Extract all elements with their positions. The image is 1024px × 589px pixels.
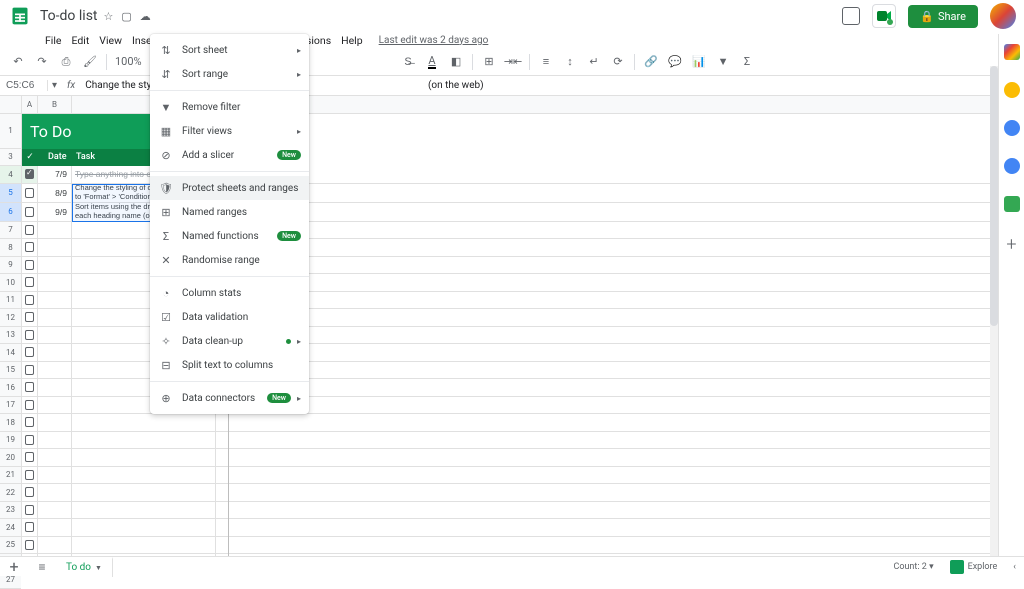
date-cell[interactable]: 7/9 [38,166,72,183]
lock-icon: 🔒 [920,10,934,23]
col-check[interactable]: ✓ [22,152,38,162]
checkbox-cell[interactable] [22,537,38,554]
checkbox-cell[interactable] [22,166,38,183]
chart-icon[interactable]: 📊 [691,54,707,70]
halign-icon[interactable]: ≡ [538,54,554,70]
menu-edit[interactable]: Edit [66,34,94,47]
comment-icon[interactable]: 💬 [667,54,683,70]
checkbox-cell[interactable] [22,467,38,484]
data-menu-dropdown: ⇅Sort sheet▸ ⇵Sort range▸ ▼Remove filter… [150,34,309,414]
menu-protect-sheets[interactable]: 🛡Protect sheets and ranges [150,176,309,200]
filter-icon[interactable]: ▼ [715,54,731,70]
menu-sort-range[interactable]: ⇵Sort range▸ [150,62,309,86]
zoom-select[interactable]: 100% [115,55,142,68]
sheets-logo[interactable] [8,4,32,28]
last-edit-link[interactable]: Last edit was 2 days ago [374,35,494,46]
share-label: Share [938,10,966,23]
account-avatar[interactable] [990,3,1016,29]
calendar-icon[interactable] [1004,44,1020,60]
meet-button[interactable] [872,4,896,28]
menu-sort-sheet[interactable]: ⇅Sort sheet▸ [150,38,309,62]
checkbox-cell[interactable] [22,432,38,449]
side-panel: + [998,34,1024,556]
namebox-arrow-icon[interactable]: ▾ [48,80,61,91]
star-icon[interactable]: ☆ [104,10,114,23]
rotate-icon[interactable]: ⟳ [610,54,626,70]
checkbox-cell[interactable] [22,184,38,202]
menu-file[interactable]: File [40,34,66,47]
all-sheets-button[interactable]: ≡ [28,560,56,574]
menu-view[interactable]: View [94,34,127,47]
strikethrough-icon[interactable]: S̶ [400,54,416,70]
wrap-icon[interactable]: ↵ [586,54,602,70]
checkbox-cell[interactable] [22,203,38,221]
menu-data-validation[interactable]: ☑Data validation [150,305,309,329]
checkbox-cell[interactable] [22,274,38,291]
merge-icon[interactable]: ⇥⇤ [505,54,521,70]
move-icon[interactable]: ▢ [121,10,131,23]
share-button[interactable]: 🔒 Share [908,5,978,28]
sheet-tab-todo[interactable]: To do▼ [56,557,113,577]
menu-named-ranges[interactable]: ⊞Named ranges [150,200,309,224]
menu-randomise[interactable]: ✕Randomise range [150,248,309,272]
menu-data-cleanup[interactable]: ✧Data clean-up▸ [150,329,309,353]
menu-named-functions[interactable]: ΣNamed functionsNew [150,224,309,248]
menu-help[interactable]: Help [336,34,368,47]
col-header-a[interactable]: A [22,96,38,114]
doc-title[interactable]: To-do list [40,8,98,24]
checkbox-cell[interactable] [22,327,38,344]
count-display[interactable]: Count: 2 ▾ [893,562,933,572]
checkbox-cell[interactable] [22,379,38,396]
checkbox-cell[interactable] [22,519,38,536]
col-header-b[interactable]: B [38,96,72,114]
print-icon[interactable]: ⎙ [58,54,74,70]
explore-button[interactable]: Explore [950,560,998,574]
menu-filter-views[interactable]: ▦Filter views▸ [150,119,309,143]
link-icon[interactable]: 🔗 [643,54,659,70]
date-cell[interactable]: 9/9 [38,203,72,221]
maps-icon[interactable] [1004,196,1020,212]
checkbox-cell[interactable] [22,397,38,414]
checkbox-cell[interactable] [22,484,38,501]
checkbox-cell[interactable] [22,344,38,361]
checkbox-cell[interactable] [22,414,38,431]
checkbox-cell[interactable] [22,502,38,519]
fx-label: fx [61,80,81,91]
borders-icon[interactable]: ⊞ [481,54,497,70]
col-date[interactable]: Date [38,152,72,162]
text-color-icon[interactable]: A [424,54,440,70]
functions-icon[interactable]: Σ [739,54,755,70]
menu-data-connectors[interactable]: ⊕Data connectorsNew▸ [150,386,309,410]
date-cell[interactable]: 8/9 [38,184,72,202]
keep-icon[interactable] [1004,82,1020,98]
checkbox-cell[interactable] [22,292,38,309]
checkbox-cell[interactable] [22,257,38,274]
name-box[interactable]: C5:C6 [0,80,48,91]
cloud-icon[interactable]: ☁ [140,10,151,23]
paint-format-icon[interactable]: 🖌 [82,54,98,70]
menu-column-stats[interactable]: ◔Column stats [150,281,309,305]
redo-icon[interactable]: ↷ [34,54,50,70]
undo-icon[interactable]: ↶ [10,54,26,70]
explore-icon [950,560,964,574]
checkbox-cell[interactable] [22,362,38,379]
fill-color-icon[interactable]: ◧ [448,54,464,70]
vertical-scrollbar[interactable] [990,66,998,556]
checkbox-cell[interactable] [22,239,38,256]
menu-add-slicer[interactable]: ⊘Add a slicerNew [150,143,309,167]
add-sheet-button[interactable]: + [0,557,28,576]
tasks-icon[interactable] [1004,120,1020,136]
addons-plus-icon[interactable]: + [1006,234,1016,255]
side-panel-toggle-icon[interactable]: ‹ [1013,562,1016,572]
menu-split-text[interactable]: ⊟Split text to columns [150,353,309,377]
checkbox-cell[interactable] [22,222,38,239]
contacts-icon[interactable] [1004,158,1020,174]
bottom-bar: + ≡ To do▼ Count: 2 ▾ Explore ‹ [0,556,1024,576]
history-icon[interactable] [842,7,860,25]
checkbox-cell[interactable] [22,309,38,326]
menu-remove-filter[interactable]: ▼Remove filter [150,95,309,119]
valign-icon[interactable]: ↕ [562,54,578,70]
row-headers: 1 3 4 5 6 78910 11121314 15161718 192021… [0,96,22,556]
checkbox-cell[interactable] [22,449,38,466]
